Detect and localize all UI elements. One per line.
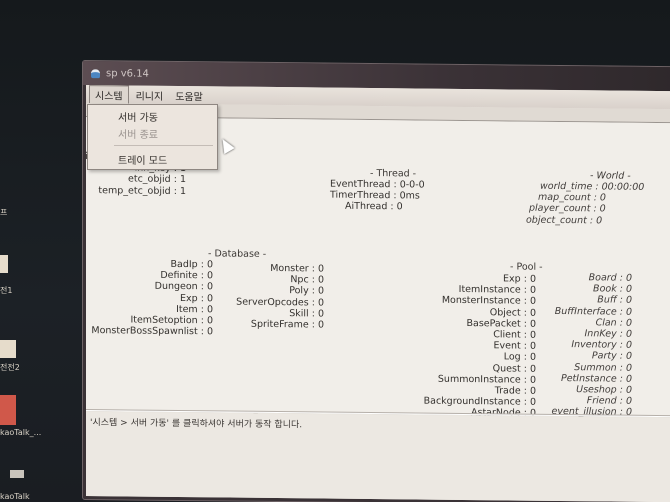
thread-row: AiThread : 0 bbox=[345, 201, 403, 213]
desktop-icon-label: 전1 bbox=[0, 286, 13, 295]
pool-row: Clan : 0 bbox=[595, 317, 632, 329]
general-row: temp_etc_objid : 1 bbox=[98, 184, 186, 197]
menu-item-stop-server[interactable]: 서버 종료 bbox=[118, 126, 158, 141]
pool-row: Buff : 0 bbox=[597, 294, 632, 307]
world-title: - World - bbox=[590, 170, 631, 182]
pool-row: Board : 0 bbox=[588, 272, 632, 284]
world-row: object_count : 0 bbox=[526, 214, 603, 227]
desktop-icon-label: kaoTalk bbox=[0, 492, 30, 501]
app-icon bbox=[91, 68, 100, 78]
desktop-icon-label: 프 bbox=[0, 208, 8, 217]
database-row: Monster : 0 bbox=[270, 262, 324, 275]
kakaotalk-icon bbox=[10, 470, 24, 478]
thread-title: - Thread - bbox=[370, 168, 417, 180]
menu-separator bbox=[114, 145, 213, 146]
kakaotalk-icon bbox=[0, 395, 16, 425]
pool-row: Book : 0 bbox=[593, 283, 632, 295]
log-panel[interactable]: '시스템 > 서버 가동' 를 클릭하셔야 서버가 동작 합니다. bbox=[86, 412, 670, 502]
menu-help[interactable]: 도움말 bbox=[170, 86, 208, 103]
database-row: ServerOpcodes : 0 bbox=[236, 296, 324, 309]
database-row: Poly : 0 bbox=[289, 285, 324, 297]
thread-row: TimerThread : 0ms bbox=[330, 189, 420, 202]
pool-col2: Board : 0 Book : 0 Buff : 0 BuffInterfac… bbox=[552, 272, 632, 418]
log-line: '시스템 > 서버 가동' 를 클릭하셔야 서버가 동작 합니다. bbox=[90, 418, 303, 431]
pool-row: Party : 0 bbox=[591, 350, 632, 363]
thread-list: EventThread : 0-0-0 TimerThread : 0ms Ai… bbox=[330, 178, 425, 213]
database-row: Skill : 0 bbox=[289, 307, 324, 320]
pool-row: Useshop : 0 bbox=[576, 384, 632, 396]
desktop-icon-label: kaoTalk_... bbox=[0, 428, 42, 437]
pool-row: PetInstance : 0 bbox=[560, 372, 632, 385]
menu-system[interactable]: 시스템 bbox=[89, 84, 129, 104]
pool-row: InnKey : 0 bbox=[584, 328, 633, 340]
pool-row: BuffInterface : 0 bbox=[554, 305, 632, 318]
pool-row: Inventory : 0 bbox=[571, 339, 632, 351]
menu-lineage[interactable]: 리니지 bbox=[131, 86, 169, 103]
thread-row: EventThread : 0-0-0 bbox=[330, 178, 425, 191]
database-title: - Database - bbox=[208, 248, 267, 260]
desktop-icon-label: 전전2 bbox=[0, 363, 20, 372]
pool-row: BackgroundInstance : 0 bbox=[423, 395, 536, 408]
system-menu-dropdown: 서버 가동 서버 종료 트레이 모드 bbox=[87, 104, 218, 170]
database-row: MonsterBossSpawnlist : 0 bbox=[91, 325, 213, 338]
window-title: sp v6.14 bbox=[106, 67, 149, 80]
database-row: SpriteFrame : 0 bbox=[250, 318, 324, 331]
pool-title: - Pool - bbox=[510, 261, 543, 273]
folder-icon bbox=[0, 255, 8, 273]
world-list: world_time : 00:00:00 map_count : 0 play… bbox=[526, 181, 644, 227]
database-row: Npc : 0 bbox=[290, 274, 324, 286]
pool-row: Friend : 0 bbox=[586, 395, 632, 407]
pool-col1: Exp : 0 ItemInstance : 0 MonsterInstance… bbox=[424, 273, 536, 420]
pool-row: Summon : 0 bbox=[574, 361, 632, 374]
menu-item-tray-mode[interactable]: 트레이 모드 bbox=[118, 152, 167, 167]
folder-icon bbox=[0, 340, 16, 358]
database-col1: BadIp : 0 Definite : 0 Dungeon : 0 Exp :… bbox=[91, 258, 213, 338]
menu-item-start-server[interactable]: 서버 가동 bbox=[118, 109, 158, 124]
pool-row: SummonInstance : 0 bbox=[437, 373, 536, 386]
database-col2: Monster : 0 Npc : 0 Poly : 0 ServerOpcod… bbox=[236, 263, 324, 331]
